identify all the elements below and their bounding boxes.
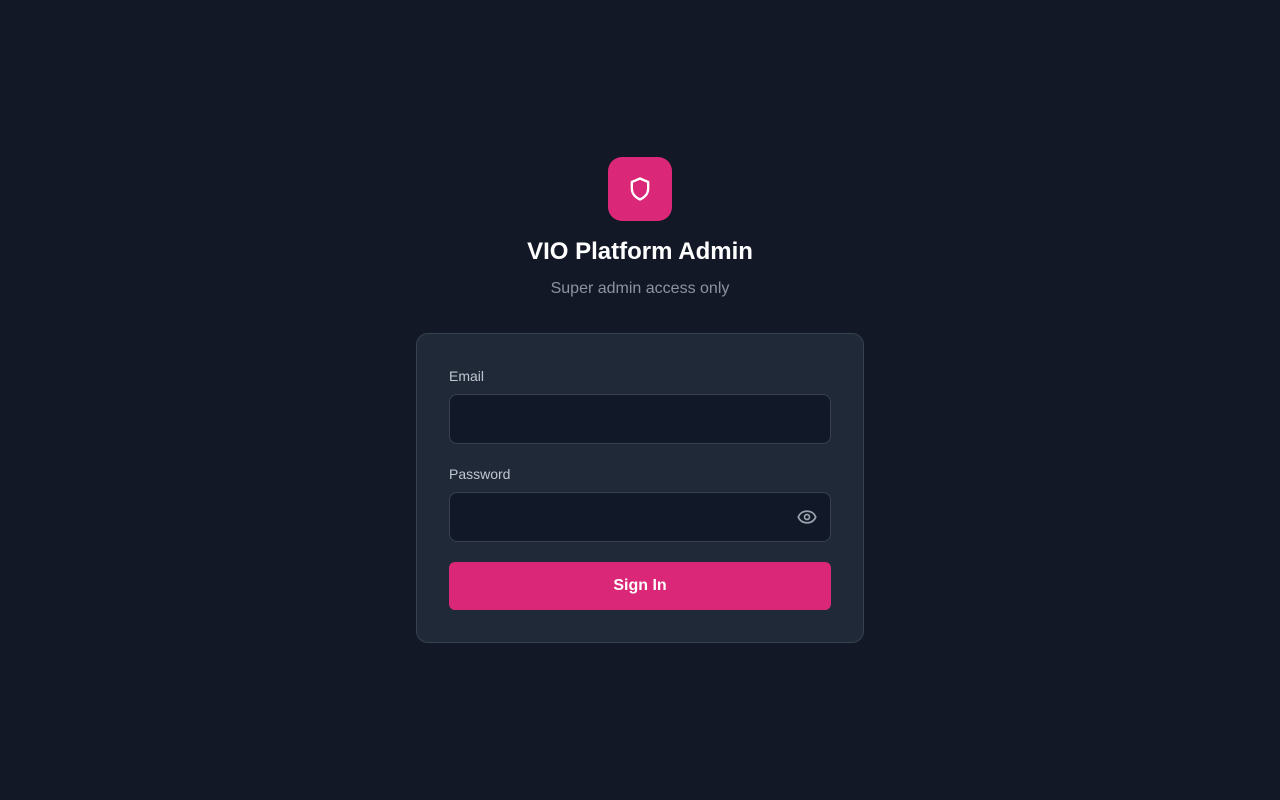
shield-icon <box>626 175 654 203</box>
password-input[interactable] <box>449 492 831 542</box>
email-label: Email <box>449 368 485 384</box>
email-input[interactable] <box>449 394 831 444</box>
page-title: VIO Platform Admin <box>527 238 753 265</box>
eye-icon[interactable] <box>797 507 817 527</box>
sign-in-button[interactable]: Sign In <box>449 562 831 610</box>
page-subtitle: Super admin access only <box>550 280 730 297</box>
login-card: Email Password Sign In <box>416 333 864 643</box>
password-label: Password <box>449 466 511 482</box>
login-page: VIO Platform Admin Super admin access on… <box>0 0 1280 800</box>
logo-badge <box>608 157 672 221</box>
